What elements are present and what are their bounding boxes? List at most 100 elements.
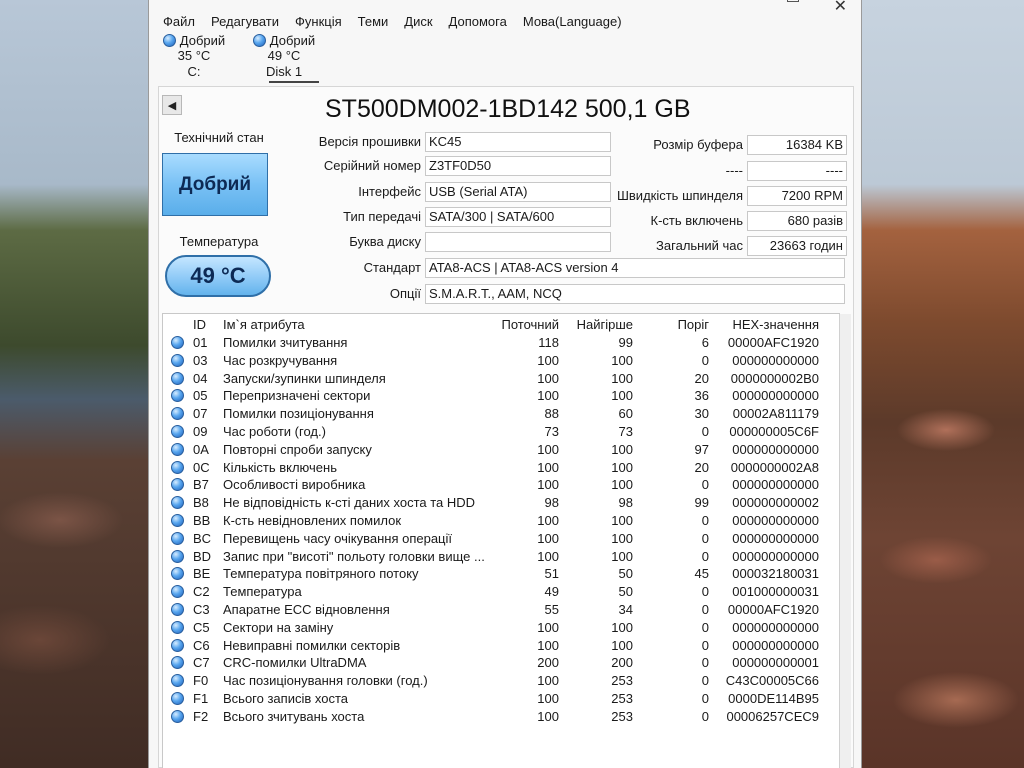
attribute-worst: 50 (618, 566, 633, 582)
menu-language[interactable]: Мова(Language) (515, 12, 630, 32)
attribute-name: Перевищень часу очікування операції (223, 530, 453, 546)
status-dot-icon (171, 674, 184, 688)
table-row[interactable]: BC Перевищень часу очікування операції 100… (163, 530, 841, 548)
attribute-name: Час розкручування (223, 352, 338, 368)
attribute-id: BB (193, 513, 211, 528)
table-row[interactable]: F1 Всього записів хоста 100 253 0 0000DE114B9… (163, 690, 841, 708)
table-row[interactable]: C6 Невиправні помилки секторів 100 100 0 0000… (163, 637, 841, 655)
header-worst[interactable]: Найгірше (559, 316, 633, 334)
attribute-raw: 00000AFC1920 (727, 335, 819, 350)
status-dot-icon (171, 425, 184, 438)
attribute-name: Температура повітряного потоку (223, 566, 419, 582)
table-row[interactable]: 09 Час роботи (год.) 73 73 0 000000005C6F (163, 423, 841, 441)
attribute-raw: 000000000000 (732, 637, 819, 653)
header-raw[interactable]: HEX-значення (719, 316, 819, 334)
attribute-raw: 001000000031 (732, 584, 819, 600)
attribute-worst: 100 (611, 513, 633, 528)
temperature-badge[interactable]: 49 °C (165, 255, 271, 297)
health-status-button[interactable]: Добрий (162, 153, 268, 216)
power-count-field: 680 разів (747, 211, 847, 231)
attribute-id: BD (193, 548, 212, 564)
maximize-icon[interactable] (787, 0, 799, 2)
drive-letter-label: Буква диску (349, 234, 421, 249)
table-row[interactable]: C3 Апаратне ECC відновлення 55 34 0 00000AFC1… (163, 601, 841, 619)
menu-function[interactable]: Функція (287, 12, 350, 32)
attribute-worst: 100 (611, 637, 633, 653)
table-row[interactable]: C2 Температура 49 50 0 001000000031 (163, 583, 841, 601)
attribute-name: Запис при "висоті" польоту головки вище … (223, 548, 485, 564)
attribute-threshold: 30 (694, 406, 709, 422)
table-row[interactable]: F0 Час позиціонування головки (год.) 100 25… (163, 672, 841, 690)
menu-disk[interactable]: Диск (396, 12, 440, 32)
attribute-id: C2 (193, 584, 210, 600)
status-dot-icon (171, 709, 184, 723)
status-dot-icon (171, 531, 184, 545)
attribute-name: Перепризначені сектори (223, 388, 371, 404)
attribute-threshold: 0 (701, 691, 709, 706)
attribute-current: 200 (537, 655, 559, 671)
menu-file[interactable]: Файл (155, 12, 203, 32)
disk-info-panel: ◀ ST500DM002-1BD142 500,1 GB Технічний с… (158, 86, 854, 768)
disk-tab-status: Добрий (269, 33, 316, 48)
table-row[interactable]: 04 Запуски/зупинки шпинделя 100 100 20 000000… (163, 370, 841, 388)
attribute-id: C5 (193, 619, 210, 635)
table-row[interactable]: 03 Час розкручування 100 100 0 000000000000 (163, 352, 841, 370)
attribute-threshold: 0 (701, 513, 709, 528)
attribute-name: Час позиціонування головки (год.) (223, 673, 428, 689)
table-row[interactable]: 05 Перепризначені сектори 100 100 36 00000000… (163, 387, 841, 405)
table-row[interactable]: B8 Не відповідність к-сті даних хоста та … (163, 494, 841, 512)
attribute-name: Апаратне ECC відновлення (223, 602, 390, 617)
table-row[interactable]: 0C Кількість включень 100 100 20 0000000002A8 (163, 459, 841, 477)
attribute-name: Повторні спроби запуску (223, 441, 372, 457)
attribute-current: 100 (537, 441, 559, 457)
table-row[interactable]: 01 Помилки зчитування 118 99 6 00000AFC1920 (163, 334, 841, 352)
close-icon[interactable]: ✕ (834, 0, 847, 16)
table-row[interactable]: B7 Особливості виробника 100 100 0 0000000000… (163, 476, 841, 494)
header-name[interactable]: Ім`я атрибута (223, 316, 493, 334)
disk-tab-disk1[interactable]: Добрий 49 °C Disk 1 (239, 32, 329, 84)
attribute-worst: 253 (611, 708, 633, 724)
header-threshold[interactable]: Поріг (633, 316, 709, 334)
attribute-threshold: 36 (694, 388, 709, 404)
health-label: Технічний стан (174, 130, 264, 145)
table-row[interactable]: C5 Сектори на заміну 100 100 0 000000000000 (163, 619, 841, 637)
power-hours-field: 23663 годин (747, 236, 847, 256)
menu-edit[interactable]: Редагувати (203, 12, 287, 32)
attribute-id: F1 (193, 691, 209, 706)
features-label: Опції (389, 286, 421, 301)
table-row[interactable]: BE Температура повітряного потоку 51 50 45 00… (163, 565, 841, 583)
table-row[interactable]: F2 Всього зчитувань хоста 100 253 0 00006257C… (163, 708, 841, 726)
header-current[interactable]: Поточний (493, 316, 559, 334)
attribute-raw: 000000000000 (732, 477, 819, 493)
triangle-left-icon: ◀ (167, 99, 177, 112)
attribute-current: 100 (537, 708, 559, 724)
disk-tab-c[interactable]: Добрий 35 °C C: (149, 32, 239, 84)
menu-themes[interactable]: Теми (350, 12, 397, 32)
table-row[interactable]: BB К-сть невідновлених помилок 100 100 0 0000… (163, 512, 841, 530)
attribute-current: 73 (544, 424, 559, 439)
attribute-name: К-сть невідновлених помилок (223, 513, 402, 528)
attribute-raw: 000000000000 (732, 619, 819, 635)
attribute-threshold: 20 (694, 370, 709, 386)
status-dot-icon (171, 603, 184, 616)
status-dot-icon (171, 353, 184, 367)
table-row[interactable]: 0A Повторні спроби запуску 100 100 97 0000000… (163, 441, 841, 459)
attribute-threshold: 0 (701, 708, 709, 724)
menu-help[interactable]: Допомога (441, 12, 515, 32)
disk-tab-status: Добрий (179, 33, 226, 48)
previous-disk-button[interactable]: ◀ (162, 95, 182, 115)
attribute-worst: 60 (618, 406, 633, 422)
table-row[interactable]: C7 CRC-помилки UltraDMA 200 200 0 00000000000… (163, 654, 841, 672)
power-count-label: К-сть включень (650, 213, 744, 228)
table-row[interactable]: 07 Помилки позиціонування 88 60 30 00002A8111… (163, 405, 841, 423)
status-dot-icon (171, 389, 184, 403)
blank-label: ---- (725, 163, 743, 178)
attribute-raw: 00006257CEC9 (726, 708, 819, 724)
attribute-worst: 100 (611, 388, 633, 404)
status-dot-icon (162, 34, 176, 47)
attribute-id: C3 (193, 602, 210, 617)
header-id[interactable]: ID (193, 316, 223, 334)
table-row[interactable]: BD Запис при "висоті" польоту головки вищ… (163, 548, 841, 566)
smart-attributes-table[interactable]: ID Ім`я атрибута Поточний Найгірше Поріг… (162, 313, 851, 768)
attribute-name: Сектори на заміну (223, 619, 334, 635)
